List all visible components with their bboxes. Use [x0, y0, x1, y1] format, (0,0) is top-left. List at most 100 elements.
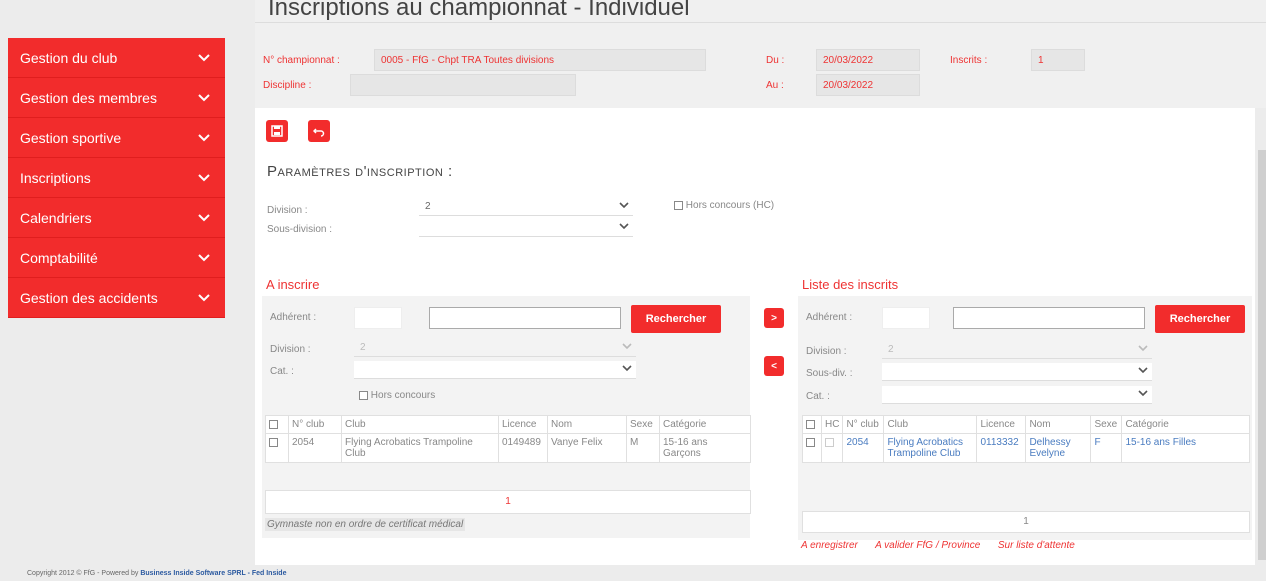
column-header[interactable]: N° club — [288, 415, 342, 434]
certificat-note: Gymnaste non en ordre de certificat médi… — [265, 518, 466, 531]
select-all-checkbox[interactable] — [269, 419, 278, 429]
left-hc-checkbox[interactable] — [359, 390, 368, 400]
right-cat-select[interactable] — [882, 386, 1152, 404]
division-select[interactable]: 2 — [419, 198, 633, 216]
sidebar-item-label: Gestion du club — [20, 49, 118, 66]
nom-cell: Vanye Felix — [547, 433, 627, 463]
scrollbar[interactable] — [1258, 150, 1266, 560]
column-header[interactable]: Catégorie — [1121, 415, 1250, 434]
column-header[interactable]: Sexe — [1090, 415, 1123, 434]
sidebar-item-gestion-sportive[interactable]: Gestion sportive — [8, 118, 225, 158]
discipline-label: Discipline : — [263, 80, 312, 91]
company-link[interactable]: Business Inside Software SPRL - Fed Insi… — [140, 570, 286, 577]
table-row[interactable]: 2054 Flying Acrobatics Trampoline Club 0… — [265, 433, 751, 463]
a-enregistrer-link[interactable]: A enregistrer — [801, 540, 858, 551]
right-adherent-label: Adhérent : — [806, 312, 853, 323]
undo-button[interactable] — [308, 120, 330, 142]
a-valider-link[interactable]: A valider FfG / Province — [875, 540, 980, 551]
column-header[interactable]: Nom — [1025, 415, 1092, 434]
params-title: Paramètres d'inscription : — [267, 163, 453, 180]
inscrits-label: Inscrits : — [950, 55, 988, 66]
column-header[interactable]: Licence — [976, 415, 1027, 434]
select-all-checkbox[interactable] — [806, 419, 815, 429]
column-header[interactable]: Catégorie — [659, 415, 751, 434]
hc-checkbox[interactable] — [674, 200, 683, 210]
division-value: 2 — [425, 201, 431, 212]
sexe-cell[interactable]: F — [1090, 433, 1123, 463]
sidebar-item-gestion-du-club[interactable]: Gestion du club — [8, 38, 225, 78]
categorie-cell: 15-16 ans Garçons — [659, 433, 751, 463]
licence-cell[interactable]: 0113332 — [976, 433, 1027, 463]
nom-cell[interactable]: Delhessy Evelyne — [1025, 433, 1092, 463]
sidebar-item-calendriers[interactable]: Calendriers — [8, 198, 225, 238]
sous-division-label: Sous-division : — [267, 224, 333, 235]
left-adherent-number-input[interactable] — [354, 307, 402, 329]
title-divider — [255, 22, 1266, 23]
right-search-button[interactable]: Rechercher — [1155, 305, 1245, 333]
sidebar-item-gestion-des-membres[interactable]: Gestion des membres — [8, 78, 225, 118]
au-label: Au : — [766, 80, 784, 91]
right-adherent-number-input[interactable] — [882, 307, 930, 329]
row-hc-checkbox[interactable] — [825, 437, 834, 447]
left-search-button[interactable]: Rechercher — [631, 305, 721, 333]
save-button[interactable] — [266, 120, 288, 142]
sidebar-item-comptabilite[interactable]: Comptabilité — [8, 238, 225, 278]
column-header[interactable]: Club — [341, 415, 499, 434]
sous-division-select[interactable] — [419, 219, 633, 237]
hc-checkbox-row: Hors concours (HC) — [674, 200, 774, 211]
right-division-label: Division : — [806, 346, 847, 357]
right-adherent-name-input[interactable] — [953, 307, 1145, 329]
division-label: Division : — [267, 205, 308, 216]
column-header[interactable]: Nom — [547, 415, 627, 434]
sexe-cell: M — [626, 433, 660, 463]
licence-cell: 0149489 — [498, 433, 548, 463]
inscrits-field: 1 — [1031, 49, 1085, 71]
au-field: 20/03/2022 — [816, 74, 920, 96]
chevron-down-icon — [622, 343, 632, 350]
left-hc-label: Hors concours — [370, 390, 436, 401]
sidebar-item-label: Calendriers — [20, 209, 92, 226]
club-number-cell[interactable]: 2054 — [842, 433, 885, 463]
chevron-down-icon — [1138, 367, 1148, 374]
right-sous-div-select[interactable] — [882, 363, 1152, 381]
sidebar-item-inscriptions[interactable]: Inscriptions — [8, 158, 225, 198]
add-to-inscrits-button[interactable]: > — [764, 308, 784, 328]
table-row[interactable]: 2054 Flying Acrobatics Trampoline Club 0… — [802, 433, 1250, 463]
row-checkbox[interactable] — [269, 437, 278, 447]
categorie-cell[interactable]: 15-16 ans Filles — [1121, 433, 1250, 463]
page-title: Inscriptions au championnat - Individuel — [268, 0, 690, 21]
column-header[interactable]: Club — [883, 415, 978, 434]
chevron-down-icon — [619, 223, 629, 230]
chevron-down-icon — [198, 213, 210, 221]
chevron-down-icon — [198, 253, 210, 261]
du-label: Du : — [766, 55, 785, 66]
undo-icon — [313, 128, 325, 137]
left-division-select[interactable]: 2 — [354, 339, 636, 357]
column-header[interactable]: Licence — [498, 415, 548, 434]
column-header[interactable]: Sexe — [626, 415, 660, 434]
row-checkbox[interactable] — [806, 437, 815, 447]
column-header[interactable]: N° club — [842, 415, 885, 434]
left-division-label: Division : — [270, 344, 311, 355]
right-page-number[interactable]: 1 — [1023, 516, 1029, 527]
du-field: 20/03/2022 — [816, 49, 920, 71]
left-cat-select[interactable] — [354, 361, 636, 379]
left-hc-row: Hors concours — [359, 390, 435, 401]
row-select-cell — [802, 433, 822, 463]
sidebar-item-label: Gestion sportive — [20, 129, 122, 146]
sidebar-item-label: Comptabilité — [20, 249, 98, 266]
club-cell[interactable]: Flying Acrobatics Trampoline Club — [883, 433, 978, 463]
liste-attente-link[interactable]: Sur liste d'attente — [998, 540, 1075, 551]
chevron-down-icon — [1138, 390, 1148, 397]
column-header[interactable]: HC — [820, 415, 844, 434]
left-adherent-name-input[interactable] — [429, 307, 621, 329]
left-division-value: 2 — [360, 342, 366, 353]
sidebar-item-gestion-des-accidents[interactable]: Gestion des accidents — [8, 278, 225, 318]
left-page-link[interactable]: 1 — [505, 496, 511, 507]
chevron-down-icon — [198, 93, 210, 101]
select-all-cell — [802, 415, 822, 434]
championnat-field: 0005 - FfG - Chpt TRA Toutes divisions — [374, 49, 706, 71]
left-cat-label: Cat. : — [270, 366, 294, 377]
right-division-select[interactable]: 2 — [882, 341, 1152, 359]
remove-from-inscrits-button[interactable]: < — [764, 356, 784, 376]
